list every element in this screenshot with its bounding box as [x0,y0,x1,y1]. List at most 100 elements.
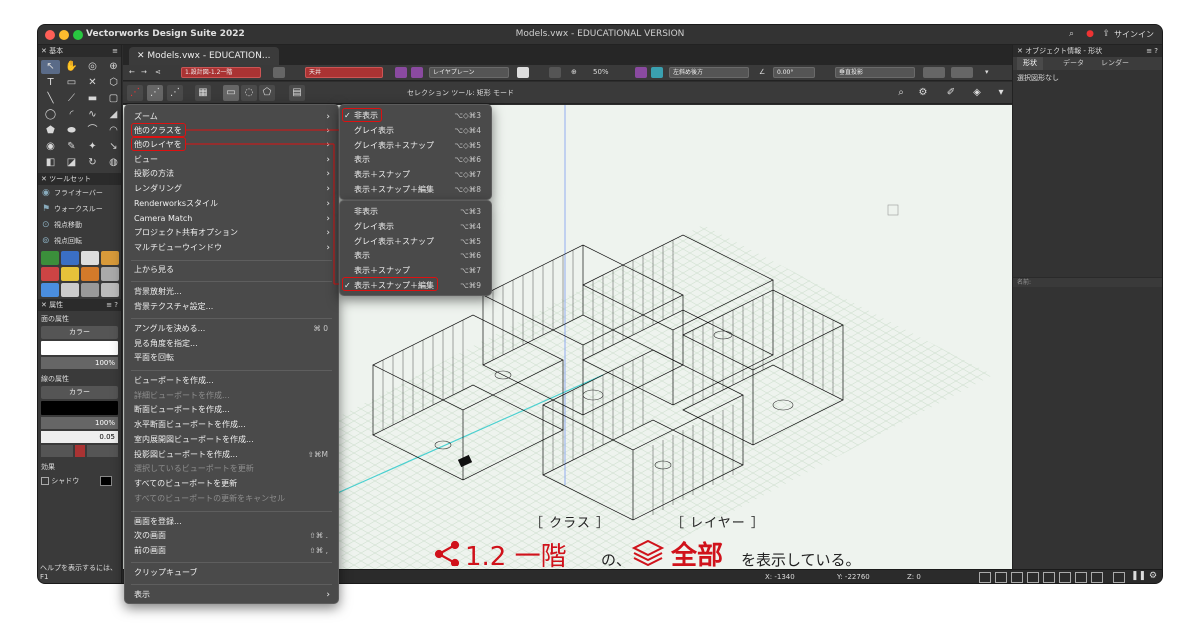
active-layer-dropdown[interactable]: 天井 [305,67,383,78]
snap-options-icon[interactable]: ◈ [969,85,985,101]
double-line-tool-icon[interactable]: ⟋ [62,92,81,106]
toolset-item-flyover[interactable]: ◉ フライオーバー [38,185,121,201]
snap-intersection-icon[interactable] [1027,572,1039,583]
menu-item-rotate-plan[interactable]: 平面を回転 [125,351,338,365]
lighting-options-icon[interactable] [951,67,973,78]
pause-icon[interactable]: ❚❚ [1131,571,1146,581]
render-mode-icon[interactable] [517,67,529,78]
line-color-swatch[interactable] [41,401,118,415]
mode-4-icon[interactable]: ▦ [195,85,211,101]
palette-menu-icon[interactable]: ≡ [112,45,118,57]
shadow-color-swatch[interactable] [100,476,112,486]
clip-tool-icon[interactable]: ◪ [62,156,81,170]
snap-grid-icon[interactable] [979,572,991,583]
menu-item-save-view[interactable]: 画面を登録... [125,515,338,529]
attributes-menu-icon[interactable]: ≡ ? [106,299,118,311]
furniture-toolset-icon[interactable] [101,251,119,265]
tab-data[interactable]: データ [1057,57,1090,70]
signin-button[interactable]: サインイン [1114,29,1154,40]
freehand-tool-icon[interactable]: ∿ [83,108,102,122]
line-tool-icon[interactable]: ╲ [41,92,60,106]
menu-item-set-angle[interactable]: アングルを決める... ⌘ 0 [125,322,338,336]
object-info-menu-icon[interactable]: ≡ ? [1146,45,1158,57]
poly-mode-icon[interactable]: ⬠ [259,85,275,101]
locus-tool-icon[interactable]: ✕ [83,76,102,90]
class-option-show-snap-modify[interactable]: 表示＋スナップ＋編集 ⌥◇⌘8 [340,183,491,197]
name-field[interactable]: 名前: [1013,277,1162,287]
class-option-show-snap[interactable]: 表示＋スナップ ⌥◇⌘7 [340,168,491,182]
toolset-item-walkthrough[interactable]: ⚑ ウォークスルー [38,201,121,217]
active-class-dropdown[interactable]: 1.設計図-1.2一階 [181,67,261,78]
modebar-overflow-icon[interactable]: ▾ [993,85,1009,101]
rectangle-tool-icon[interactable]: ▬ [83,92,102,106]
lasso-mode-icon[interactable]: ◌ [241,85,257,101]
eyedropper-tool-icon[interactable]: ✎ [62,140,81,154]
menu-item-update-all-viewports[interactable]: すべてのビューポートを更新 [125,477,338,491]
layer-option-grayed[interactable]: グレイ表示 ⌥⌘4 [340,220,491,234]
line-weight-field[interactable]: 0.05 [41,431,118,443]
misc-toolset-icon[interactable] [81,283,99,297]
mode-1-icon[interactable]: ⋰ [127,85,143,101]
circle-tool-icon[interactable]: ◯ [41,108,60,122]
document-tab[interactable]: ✕ Models.vwx - EDUCATION... [129,47,279,65]
spiral2-tool-icon[interactable]: ◉ [41,140,60,154]
view-grid-icon[interactable] [635,67,647,78]
view-dropdown[interactable]: 左斜め後方 [669,67,749,78]
layer-option-show-snap[interactable]: 表示＋スナップ ⌥⌘7 [340,264,491,278]
pan-tool-icon[interactable]: ✋ [62,60,81,74]
dims-toolset-icon[interactable] [101,267,119,281]
lighting-toolset-icon[interactable] [61,267,79,281]
line-style-dropdown[interactable]: カラー [41,386,118,399]
ellipse-tool-icon[interactable]: ⬬ [62,124,81,138]
class-options-icon[interactable] [411,67,423,78]
menu-item-background-texture[interactable]: 背景テクスチャ設定... [125,300,338,314]
fill-color-swatch[interactable] [41,341,118,355]
angle-field[interactable]: 0.00° [773,67,815,78]
mode-3-icon[interactable]: ⋰ [167,85,183,101]
magnifier-icon[interactable]: ⌕ [893,85,909,101]
viewbar-overflow-icon[interactable]: ▾ [985,68,989,76]
selection-tool-icon[interactable]: ↖ [41,60,60,74]
toolset-item-translate-view[interactable]: ⊙ 視点移動 [38,217,121,233]
spiral-tool-icon[interactable]: ◠ [104,124,123,138]
settings-icon[interactable]: ⚙ [1149,571,1157,581]
class-option-grayed[interactable]: グレイ表示 ⌥◇⌘4 [340,124,491,138]
mirror-tool-icon[interactable]: ◧ [41,156,60,170]
marker-link-icon[interactable] [74,445,85,457]
triangle-tool-icon[interactable]: ◢ [104,108,123,122]
forward-icon[interactable]: → [141,68,147,76]
toolset-item-rotate-view[interactable]: ⊚ 視点回転 [38,233,121,249]
snap-working-plane-icon[interactable] [1091,572,1103,583]
menu-item-create-section-viewport[interactable]: 断面ビューポートを作成... [125,403,338,417]
offset-tool-icon[interactable]: ◍ [104,156,123,170]
standard-views-icon[interactable] [651,67,663,78]
settings-gear-icon[interactable]: ⚙ [915,85,931,101]
rect-mode-icon[interactable]: ▭ [223,85,239,101]
machine-toolset-icon[interactable] [41,283,59,297]
menu-item-create-projection-viewport[interactable]: 投影図ビューポートを作成... ⇧⌘M [125,448,338,462]
snap-object-icon[interactable] [995,572,1007,583]
site-plan-toolset-icon[interactable] [61,283,79,297]
text-tool-icon[interactable]: T [41,76,60,90]
layer-option-show[interactable]: 表示 ⌥⌘6 [340,249,491,263]
start-marker-dropdown[interactable] [41,445,73,457]
zoom-tool-icon[interactable]: ⊕ [104,60,123,74]
menu-item-specify-view[interactable]: 見る角度を指定... [125,337,338,351]
layer-stack-icon[interactable] [273,67,285,78]
walls-toolset-icon[interactable] [81,267,99,281]
class-option-show[interactable]: 表示 ⌥◇⌘6 [340,153,491,167]
fill-opacity[interactable]: 100% [41,357,118,369]
line-opacity[interactable]: 100% [41,417,118,429]
notification-icon[interactable]: ● [1086,29,1094,39]
site-toolset-icon[interactable] [41,251,59,265]
arc-tool-icon[interactable]: ◜ [62,108,81,122]
menu-item-show[interactable]: 表示 › [125,588,338,602]
snap-tangent-icon[interactable] [1059,572,1071,583]
render-options-icon[interactable] [923,67,945,78]
layer-plane-dropdown[interactable]: レイヤプレーン [429,67,509,78]
menu-item-clip-cube[interactable]: クリップキューブ [125,566,338,580]
tab-shape[interactable]: 形状 [1017,57,1043,70]
end-marker-dropdown[interactable] [86,445,118,457]
rounded-rect-tool-icon[interactable]: ▢ [104,92,123,106]
zoom-value[interactable]: 50% [593,68,609,76]
